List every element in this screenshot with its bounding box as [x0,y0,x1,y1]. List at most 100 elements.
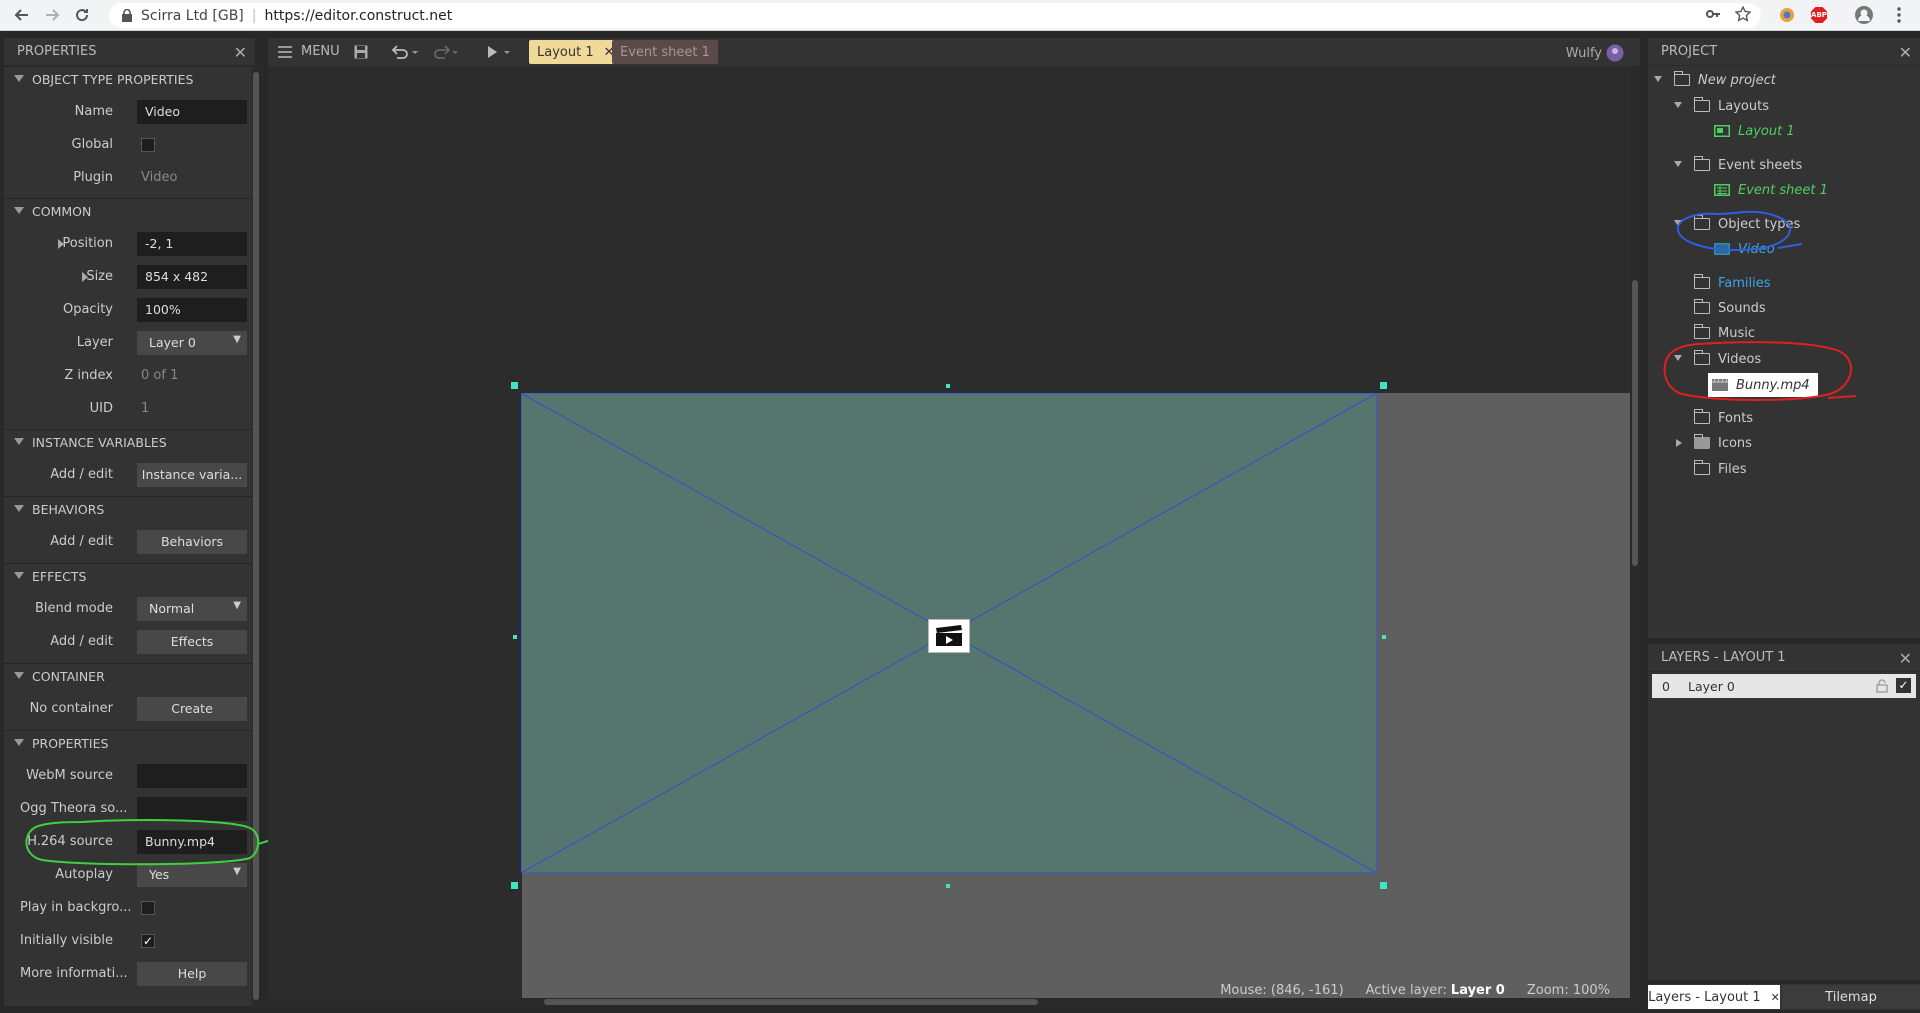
tree-layouts[interactable]: Layouts [1674,96,1769,116]
tab-event-sheet-1[interactable]: Event sheet 1 [612,40,718,64]
project-panel: PROJECT ✕ New project Layouts Layout 1 E… [1648,38,1920,638]
properties-panel-title: PROPERTIES [17,44,97,59]
star-icon[interactable] [1734,5,1752,26]
close-icon[interactable]: ✕ [234,43,247,62]
collapse-icon [1654,76,1662,82]
tree-event-sheet-1[interactable]: Event sheet 1 [1714,180,1828,200]
prop-effects: Add / edit Effects [4,629,252,655]
horizontal-scrollbar[interactable] [268,998,1640,1006]
name-input[interactable]: Video [137,100,247,124]
size-input[interactable]: 854 x 482 [137,265,247,289]
avatar [1606,44,1624,62]
resize-handle-tl[interactable] [511,382,518,389]
play-icon[interactable] [486,45,512,63]
layout-icon [1714,125,1730,137]
webm-source-input[interactable] [137,764,247,788]
menu-button[interactable]: MENU [278,44,340,59]
scrollbar-thumb[interactable] [1632,280,1638,566]
section-effects[interactable]: EFFECTS [4,563,252,589]
resize-handle-bl[interactable] [511,882,518,889]
section-container[interactable]: CONTAINER [4,663,252,689]
resize-handle-tr[interactable] [1380,382,1387,389]
tab-layers-layout-1[interactable]: Layers - Layout 1 ✕ [1648,985,1780,1009]
vertical-scrollbar[interactable] [1630,66,1640,998]
tree-layout-1[interactable]: Layout 1 [1714,121,1795,141]
properties-panel-header: PROPERTIES ✕ [4,38,255,66]
address-bar[interactable]: Scirra Ltd [GB] | https://editor.constru… [109,3,1761,28]
collapse-icon [14,572,24,579]
resize-handle-br[interactable] [1380,882,1387,889]
resize-handle-r[interactable] [1382,635,1386,639]
section-common[interactable]: COMMON [4,198,252,224]
create-container-button[interactable]: Create [137,697,247,721]
instance-variables-button[interactable]: Instance varia... [137,463,247,487]
tree-label: Icons [1718,435,1752,451]
collapse-icon [14,505,24,512]
prop-label: Add / edit [50,534,113,549]
blend-mode-select[interactable]: Normal ▼ [137,597,247,621]
layer-visible-checkbox[interactable]: ✓ [1896,678,1911,693]
tab-tilemap[interactable]: Tilemap [1782,985,1920,1009]
tab-layout-1[interactable]: Layout 1 ✕ [529,40,623,64]
behaviors-button[interactable]: Behaviors [137,530,247,554]
tree-event-sheets[interactable]: Event sheets [1674,155,1802,175]
tree-label: Sounds [1718,300,1766,316]
effects-button[interactable]: Effects [137,630,247,654]
prop-container: No container Create [4,696,252,722]
collapse-icon [14,739,24,746]
adblock-icon[interactable]: ABP [1809,5,1829,25]
prop-label: Ogg Theora so... [20,801,128,816]
lock-icon[interactable] [1876,679,1888,693]
section-instance-variables[interactable]: INSTANCE VARIABLES [4,429,252,455]
tree-root[interactable]: New project [1654,70,1776,90]
layout-view[interactable]: Mouse: (846, -161) Active layer: Layer 0… [268,66,1640,1006]
folder-icon [1693,97,1710,112]
extension-icon[interactable] [1777,5,1797,25]
close-icon[interactable]: ✕ [1899,649,1912,668]
prop-uid: UID 1 [4,396,252,422]
section-title: INSTANCE VARIABLES [32,435,167,450]
position-input[interactable]: -2, 1 [137,232,247,256]
section-object-type[interactable]: OBJECT TYPE PROPERTIES [4,66,252,92]
chevron-down-icon: ▼ [233,600,241,611]
section-title: OBJECT TYPE PROPERTIES [32,72,194,87]
close-icon[interactable]: ✕ [1899,43,1912,62]
plugin-value: Video [141,170,178,185]
chevron-down-icon: ▼ [233,334,241,345]
editor-toolbar: MENU Layout 1 ✕ Event sheet 1 Wulfy [268,38,1640,66]
reload-icon[interactable] [70,3,94,27]
tree-files[interactable]: Files [1693,459,1747,479]
layer-select[interactable]: Layer 0 ▼ [137,331,247,355]
collapse-icon [14,438,24,445]
tree-label: Event sheet 1 [1738,182,1828,198]
undo-icon[interactable] [391,45,418,63]
section-properties[interactable]: PROPERTIES [4,730,252,756]
help-button[interactable]: Help [137,962,247,986]
browser-menu-icon[interactable] [1889,5,1909,25]
tree-icons[interactable]: Icons [1676,433,1752,453]
tab-label: Layers - Layout 1 [1648,989,1761,1005]
close-tab-icon[interactable]: ✕ [1771,991,1780,1004]
prop-label: Add / edit [50,634,113,649]
user-account[interactable]: Wulfy [1566,44,1624,62]
save-icon[interactable] [354,45,368,63]
tree-sounds[interactable]: Sounds [1693,298,1766,318]
scrollbar-thumb[interactable] [544,999,1038,1005]
resize-handle-l[interactable] [513,635,517,639]
account-icon[interactable] [1854,5,1874,25]
section-behaviors[interactable]: BEHAVIORS [4,496,252,522]
tab-label: Tilemap [1825,989,1877,1005]
resize-handle-b[interactable] [946,884,950,888]
resize-handle-t[interactable] [946,384,950,388]
play-in-background-checkbox[interactable] [141,901,155,915]
global-checkbox[interactable] [141,138,155,152]
tree-families[interactable]: Families [1693,273,1771,293]
opacity-input[interactable]: 100% [137,298,247,322]
initially-visible-checkbox[interactable]: ✓ [141,934,155,948]
key-icon[interactable] [1705,6,1721,26]
forward-icon[interactable] [40,3,64,27]
layer-row[interactable]: 0 Layer 0 ✓ [1652,674,1916,698]
redo-icon[interactable] [432,45,458,63]
tree-fonts[interactable]: Fonts [1693,408,1753,428]
back-icon[interactable] [10,3,34,27]
